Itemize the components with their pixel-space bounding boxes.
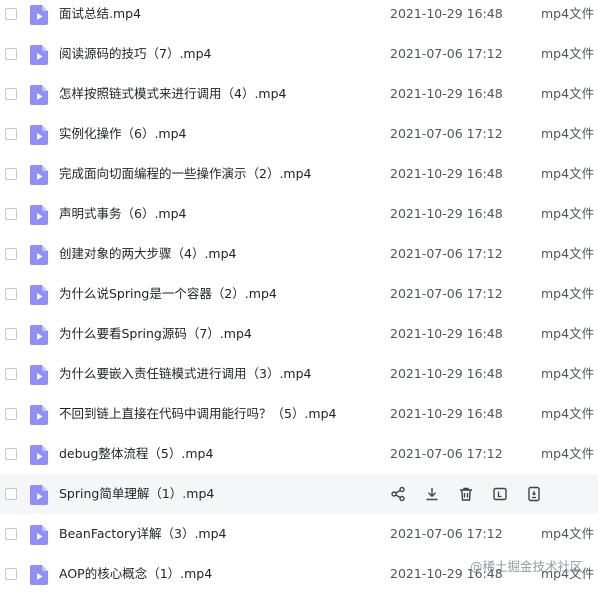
file-name[interactable]: 完成面向切面编程的一些操作演示（2）.mp4 — [59, 166, 312, 182]
file-name[interactable]: 不回到链上直接在代码中调用能行吗？（5）.mp4 — [59, 406, 337, 422]
file-name[interactable]: 声明式事务（6）.mp4 — [59, 206, 187, 222]
video-file-icon — [30, 405, 48, 425]
row-checkbox[interactable] — [5, 168, 17, 180]
delete-icon[interactable] — [456, 484, 476, 504]
file-row[interactable]: 为什么要看Spring源码（7）.mp4 2021-10-29 16:48 mp4文… — [0, 314, 598, 354]
file-row[interactable]: 不回到链上直接在代码中调用能行吗？（5）.mp4 2021-10-29 16:48… — [0, 394, 598, 434]
row-checkbox[interactable] — [5, 448, 17, 460]
file-date: 2021-07-06 17:12 — [390, 446, 503, 461]
file-date: 2021-07-06 17:12 — [390, 126, 503, 141]
row-actions — [388, 484, 558, 504]
file-date: 2021-07-06 17:12 — [390, 46, 503, 61]
share-icon[interactable] — [388, 484, 408, 504]
row-checkbox[interactable] — [5, 408, 17, 420]
video-file-icon — [30, 165, 48, 185]
video-file-icon — [30, 5, 48, 25]
file-name[interactable]: 实例化操作（6）.mp4 — [59, 126, 187, 142]
video-file-icon — [30, 365, 48, 385]
file-type: mp4文件 — [541, 326, 595, 341]
file-row[interactable]: BeanFactory详解（3）.mp4 2021-07-06 17:12 mp4文… — [0, 514, 598, 554]
file-type: mp4文件 — [541, 6, 595, 21]
file-date: 2021-07-06 17:12 — [390, 526, 503, 541]
file-row[interactable]: 实例化操作（6）.mp4 2021-07-06 17:12 mp4文件 — [0, 114, 598, 154]
file-date: 2021-10-29 16:48 — [390, 206, 503, 221]
video-file-icon — [30, 205, 48, 225]
file-type: mp4文件 — [541, 246, 595, 261]
file-name[interactable]: BeanFactory详解（3）.mp4 — [59, 526, 227, 542]
rename-icon[interactable] — [490, 484, 510, 504]
file-name[interactable]: 创建对象的两大步骤（4）.mp4 — [59, 246, 237, 262]
file-date: 2021-10-29 16:48 — [390, 366, 503, 381]
file-name[interactable]: 面试总结.mp4 — [59, 6, 141, 22]
row-checkbox[interactable] — [5, 568, 17, 580]
video-file-icon — [30, 85, 48, 105]
row-checkbox[interactable] — [5, 488, 17, 500]
row-checkbox[interactable] — [5, 528, 17, 540]
file-date: 2021-07-06 17:12 — [390, 246, 503, 261]
row-checkbox[interactable] — [5, 8, 17, 20]
file-row[interactable]: 声明式事务（6）.mp4 2021-10-29 16:48 mp4文件 — [0, 194, 598, 234]
file-type: mp4文件 — [541, 526, 595, 541]
video-file-icon — [30, 525, 48, 545]
video-file-icon — [30, 485, 48, 505]
file-type: mp4文件 — [541, 206, 595, 221]
video-file-icon — [30, 245, 48, 265]
file-date: 2021-10-29 16:48 — [390, 86, 503, 101]
video-file-icon — [30, 125, 48, 145]
file-type: mp4文件 — [541, 166, 595, 181]
file-type: mp4文件 — [541, 406, 595, 421]
file-row[interactable]: 为什么说Spring是一个容器（2）.mp4 2021-07-06 17:12 mp… — [0, 274, 598, 314]
row-checkbox[interactable] — [5, 248, 17, 260]
file-name[interactable]: 为什么要嵌入责任链模式进行调用（3）.mp4 — [59, 366, 312, 382]
file-type: mp4文件 — [541, 86, 595, 101]
file-date: 2021-10-29 16:48 — [390, 166, 503, 181]
row-checkbox[interactable] — [5, 208, 17, 220]
row-checkbox[interactable] — [5, 288, 17, 300]
file-name[interactable]: debug整体流程（5）.mp4 — [59, 446, 213, 462]
video-file-icon — [30, 285, 48, 305]
file-row[interactable]: 创建对象的两大步骤（4）.mp4 2021-07-06 17:12 mp4文件 — [0, 234, 598, 274]
file-row[interactable]: debug整体流程（5）.mp4 2021-07-06 17:12 mp4文件 — [0, 434, 598, 474]
file-date: 2021-07-06 17:12 — [390, 286, 503, 301]
file-type: mp4文件 — [541, 286, 595, 301]
file-date: 2021-10-29 16:48 — [390, 6, 503, 21]
file-row[interactable]: 面试总结.mp4 2021-10-29 16:48 mp4文件 — [0, 0, 598, 34]
video-file-icon — [30, 45, 48, 65]
row-checkbox[interactable] — [5, 368, 17, 380]
file-date: 2021-10-29 16:48 — [390, 326, 503, 341]
video-file-icon — [30, 325, 48, 345]
file-name[interactable]: AOP的核心概念（1）.mp4 — [59, 566, 212, 582]
row-checkbox[interactable] — [5, 88, 17, 100]
file-type: mp4文件 — [541, 366, 595, 381]
row-checkbox[interactable] — [5, 48, 17, 60]
file-row[interactable]: 怎样按照链式模式来进行调用（4）.mp4 2021-10-29 16:48 mp4文… — [0, 74, 598, 114]
video-file-icon — [30, 565, 48, 585]
file-type: mp4文件 — [541, 46, 595, 61]
file-list: 面试总结.mp4 2021-10-29 16:48 mp4文件 阅读源码的技巧（7）.… — [0, 0, 598, 594]
file-name[interactable]: 为什么要看Spring源码（7）.mp4 — [59, 326, 252, 342]
download-icon[interactable] — [422, 484, 442, 504]
row-checkbox[interactable] — [5, 328, 17, 340]
file-row[interactable]: 完成面向切面编程的一些操作演示（2）.mp4 2021-10-29 16:48 mp… — [0, 154, 598, 194]
file-date: 2021-10-29 16:48 — [390, 406, 503, 421]
file-row[interactable]: 阅读源码的技巧（7）.mp4 2021-07-06 17:12 mp4文件 — [0, 34, 598, 74]
file-row[interactable]: Spring简单理解（1）.mp4 — [0, 474, 598, 514]
file-type: mp4文件 — [541, 446, 595, 461]
row-checkbox[interactable] — [5, 128, 17, 140]
watermark: @稀土掘金技术社区 — [470, 559, 583, 574]
video-file-icon — [30, 445, 48, 465]
file-name[interactable]: Spring简单理解（1）.mp4 — [59, 486, 214, 502]
file-name[interactable]: 为什么说Spring是一个容器（2）.mp4 — [59, 286, 277, 302]
file-row[interactable]: 为什么要嵌入责任链模式进行调用（3）.mp4 2021-10-29 16:48 mp… — [0, 354, 598, 394]
file-type: mp4文件 — [541, 126, 595, 141]
more-icon[interactable] — [524, 484, 544, 504]
file-name[interactable]: 阅读源码的技巧（7）.mp4 — [59, 46, 212, 62]
file-name[interactable]: 怎样按照链式模式来进行调用（4）.mp4 — [59, 86, 287, 102]
